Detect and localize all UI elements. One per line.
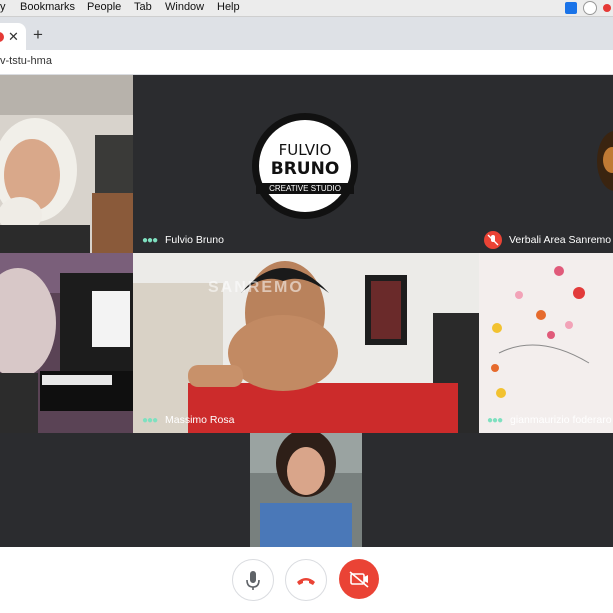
participant-name: Verbali Area Sanremo <box>509 234 612 246</box>
browser-tab-strip: ✕ + <box>0 17 613 50</box>
tab-meet[interactable]: ✕ <box>0 23 26 50</box>
logo-line3: CREATIVE STUDIO <box>269 184 341 193</box>
microphone-icon <box>246 571 260 590</box>
phone-hangup-icon <box>297 578 315 585</box>
video-off-icon <box>349 571 369 588</box>
participant-tile[interactable] <box>133 433 479 547</box>
new-tab-button[interactable]: + <box>33 25 43 45</box>
meeting-grid: FULVIO BRUNO CREATIVE STUDIO ●●● Fulvio … <box>0 75 613 547</box>
participant-tile-fulvio-bruno[interactable]: FULVIO BRUNO CREATIVE STUDIO ●●● Fulvio … <box>133 75 479 253</box>
participant-video <box>0 253 133 433</box>
menu-item-history[interactable]: y <box>0 1 6 13</box>
creative-cloud-icon[interactable] <box>583 1 597 15</box>
tab-favicon-icon <box>0 32 4 42</box>
participant-video <box>479 253 613 433</box>
video-watermark: SANREMO <box>208 279 304 296</box>
participant-video <box>250 433 362 547</box>
participant-video <box>133 253 479 433</box>
participant-tile[interactable] <box>0 75 133 253</box>
logo-line2: BRUNO <box>270 159 340 179</box>
teamviewer-icon[interactable] <box>565 2 577 14</box>
participant-tile-verbali[interactable]: Verbali Area Sanremo <box>479 75 613 253</box>
logo-line1: FULVIO <box>278 141 332 159</box>
macos-menubar: y Bookmarks People Tab Window Help <box>0 0 613 17</box>
tab-close-button[interactable]: ✕ <box>8 29 19 45</box>
menu-item-bookmarks[interactable]: Bookmarks <box>20 1 75 13</box>
menu-item-people[interactable]: People <box>87 1 121 13</box>
participant-tile[interactable] <box>0 253 133 433</box>
mic-toggle-button[interactable] <box>232 559 274 601</box>
participant-name: gianmaurizio foderaro <box>510 414 612 426</box>
address-bar[interactable]: v-tstu-hma <box>0 50 613 75</box>
speaking-indicator-icon: ●●● <box>142 235 158 246</box>
call-controls <box>0 547 613 613</box>
speaking-indicator-icon: ●●● <box>487 415 503 426</box>
participant-name: Fulvio Bruno <box>165 234 224 246</box>
url-text[interactable]: v-tstu-hma <box>0 55 52 67</box>
menu-item-window[interactable]: Window <box>165 1 204 13</box>
speaking-indicator-icon: ●●● <box>142 415 158 426</box>
notification-icon[interactable] <box>603 4 611 12</box>
participant-video <box>0 75 133 253</box>
mic-off-icon <box>484 231 502 249</box>
empty-tile <box>0 433 133 547</box>
participant-tile-gianmaurizio[interactable]: ●●● gianmaurizio foderaro <box>479 253 613 433</box>
participant-name: Massimo Rosa <box>165 414 235 426</box>
menu-item-help[interactable]: Help <box>217 1 240 13</box>
menu-item-tab[interactable]: Tab <box>134 1 152 13</box>
empty-tile <box>479 433 613 547</box>
system-tray <box>565 1 611 15</box>
end-call-button[interactable] <box>285 559 327 601</box>
camera-toggle-button[interactable] <box>339 559 379 599</box>
participant-tile-massimo-rosa[interactable]: SANREMO ●●● Massimo Rosa <box>133 253 479 433</box>
